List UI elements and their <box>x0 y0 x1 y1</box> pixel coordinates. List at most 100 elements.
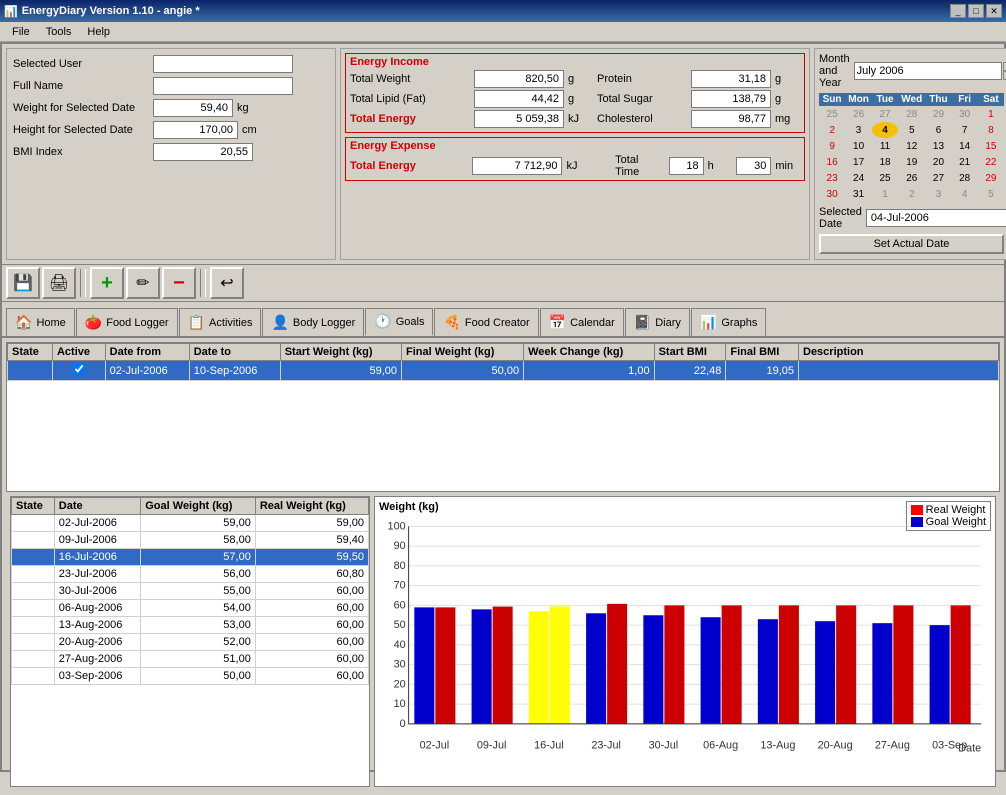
bmi-input[interactable] <box>153 143 253 161</box>
menu-help[interactable]: Help <box>79 24 118 40</box>
calendar-day[interactable]: 15 <box>978 138 1004 154</box>
cell-real: 60,00 <box>255 617 368 634</box>
tab-body-logger[interactable]: 👤 Body Logger <box>262 308 364 336</box>
total-energy-income-value[interactable] <box>474 110 564 128</box>
tab-diary[interactable]: 📓 Diary <box>625 308 690 336</box>
calendar-day[interactable]: 3 <box>845 122 872 138</box>
calendar-day[interactable]: 28 <box>898 106 925 122</box>
menu-tools[interactable]: Tools <box>38 24 80 40</box>
calendar-day[interactable]: 12 <box>898 138 925 154</box>
calendar-day[interactable]: 9 <box>819 138 845 154</box>
list-item[interactable]: 13-Aug-200653,0060,00 <box>12 617 369 634</box>
calendar-day[interactable]: 11 <box>872 138 898 154</box>
list-item[interactable]: 03-Sep-200650,0060,00 <box>12 668 369 685</box>
table-row[interactable]: 02-Jul-2006 10-Sep-2006 59,00 50,00 1,00… <box>8 361 999 381</box>
calendar-day[interactable]: 17 <box>845 154 872 170</box>
menu-file[interactable]: File <box>4 24 38 40</box>
total-lipid-value[interactable] <box>474 90 564 108</box>
calendar-day[interactable]: 30 <box>819 186 845 202</box>
active-checkbox[interactable] <box>73 363 85 375</box>
calendar-day[interactable]: 22 <box>978 154 1004 170</box>
bl-col-state: State <box>12 498 55 515</box>
calendar-day[interactable]: 18 <box>872 154 898 170</box>
tab-calendar[interactable]: 📅 Calendar <box>540 308 624 336</box>
list-item[interactable]: 20-Aug-200652,0060,00 <box>12 634 369 651</box>
total-time-min[interactable] <box>736 157 771 175</box>
cholesterol-value[interactable] <box>691 110 771 128</box>
calendar-day[interactable]: 5 <box>898 122 925 138</box>
calendar-day[interactable]: 4 <box>872 122 898 138</box>
total-sugar-value[interactable] <box>691 90 771 108</box>
save-button[interactable]: 💾 <box>6 267 40 299</box>
list-item[interactable]: 09-Jul-200658,0059,40 <box>12 532 369 549</box>
calendar-day[interactable]: 20 <box>925 154 951 170</box>
tab-food-logger[interactable]: 🍅 Food Logger <box>76 308 178 336</box>
calendar-day[interactable]: 3 <box>925 186 951 202</box>
calendar-day[interactable]: 2 <box>819 122 845 138</box>
calendar-day[interactable]: 25 <box>819 106 845 122</box>
print-button[interactable]: 🖨 <box>42 267 76 299</box>
calendar-day[interactable]: 8 <box>978 122 1004 138</box>
calendar-day[interactable]: 13 <box>925 138 951 154</box>
tab-activities[interactable]: 📋 Activities <box>179 308 262 336</box>
col-date-to: Date to <box>189 344 280 361</box>
month-year-input[interactable] <box>854 62 1002 80</box>
tab-goals[interactable]: 🕐 Goals <box>365 308 433 336</box>
list-item[interactable]: 30-Jul-200655,0060,00 <box>12 583 369 600</box>
list-item[interactable]: 27-Aug-200651,0060,00 <box>12 651 369 668</box>
list-item[interactable]: 02-Jul-200659,0059,00 <box>12 515 369 532</box>
full-name-input[interactable] <box>153 77 293 95</box>
month-up-button[interactable]: ▲ <box>1003 62 1006 71</box>
tab-goals-label: Goals <box>396 316 425 328</box>
energy-expense-section: Energy Expense Total Energy kJ Total Tim… <box>345 137 805 181</box>
list-item[interactable]: 16-Jul-200657,0059,50 <box>12 549 369 566</box>
calendar-day[interactable]: 19 <box>898 154 925 170</box>
calendar-day[interactable]: 7 <box>952 122 978 138</box>
calendar-day[interactable]: 6 <box>925 122 951 138</box>
calendar-day[interactable]: 21 <box>952 154 978 170</box>
edit-button[interactable]: ✏ <box>126 267 160 299</box>
tab-home[interactable]: 🏠 Home <box>6 308 75 336</box>
calendar-day[interactable]: 10 <box>845 138 872 154</box>
maximize-button[interactable]: □ <box>968 4 984 18</box>
calendar-day[interactable]: 23 <box>819 170 845 186</box>
calendar-day[interactable]: 2 <box>898 186 925 202</box>
calendar-day[interactable]: 14 <box>952 138 978 154</box>
total-weight-value[interactable] <box>474 70 564 88</box>
calendar-day[interactable]: 5 <box>978 186 1004 202</box>
calendar-day[interactable]: 27 <box>872 106 898 122</box>
calendar-day[interactable]: 26 <box>845 106 872 122</box>
calendar-day[interactable]: 24 <box>845 170 872 186</box>
set-actual-date-button[interactable]: Set Actual Date <box>819 234 1004 254</box>
tab-food-creator[interactable]: 🍕 Food Creator <box>434 308 538 336</box>
tab-graphs[interactable]: 📊 Graphs <box>691 308 767 336</box>
selected-date-input[interactable] <box>866 209 1006 227</box>
calendar-day[interactable]: 29 <box>925 106 951 122</box>
calendar-day[interactable]: 1 <box>978 106 1004 122</box>
list-item[interactable]: 23-Jul-200656,0060,80 <box>12 566 369 583</box>
close-button[interactable]: ✕ <box>986 4 1002 18</box>
protein-value[interactable] <box>691 70 771 88</box>
month-year-spinner[interactable]: ▲ ▼ <box>1003 62 1006 80</box>
calendar-day[interactable]: 26 <box>898 170 925 186</box>
undo-button[interactable]: ↩ <box>210 267 244 299</box>
calendar-day[interactable]: 4 <box>952 186 978 202</box>
calendar-day[interactable]: 31 <box>845 186 872 202</box>
calendar-day[interactable]: 28 <box>952 170 978 186</box>
calendar-day[interactable]: 1 <box>872 186 898 202</box>
calendar-day[interactable]: 25 <box>872 170 898 186</box>
list-item[interactable]: 06-Aug-200654,0060,00 <box>12 600 369 617</box>
calendar-day[interactable]: 16 <box>819 154 845 170</box>
delete-button[interactable]: − <box>162 267 196 299</box>
height-input[interactable] <box>153 121 238 139</box>
calendar-day[interactable]: 30 <box>952 106 978 122</box>
selected-user-input[interactable] <box>153 55 293 73</box>
minimize-button[interactable]: _ <box>950 4 966 18</box>
total-time-h[interactable] <box>669 157 704 175</box>
month-down-button[interactable]: ▼ <box>1003 71 1006 80</box>
weight-input[interactable] <box>153 99 233 117</box>
add-button[interactable]: + <box>90 267 124 299</box>
total-energy-expense-value[interactable] <box>472 157 562 175</box>
calendar-day[interactable]: 29 <box>978 170 1004 186</box>
calendar-day[interactable]: 27 <box>925 170 951 186</box>
